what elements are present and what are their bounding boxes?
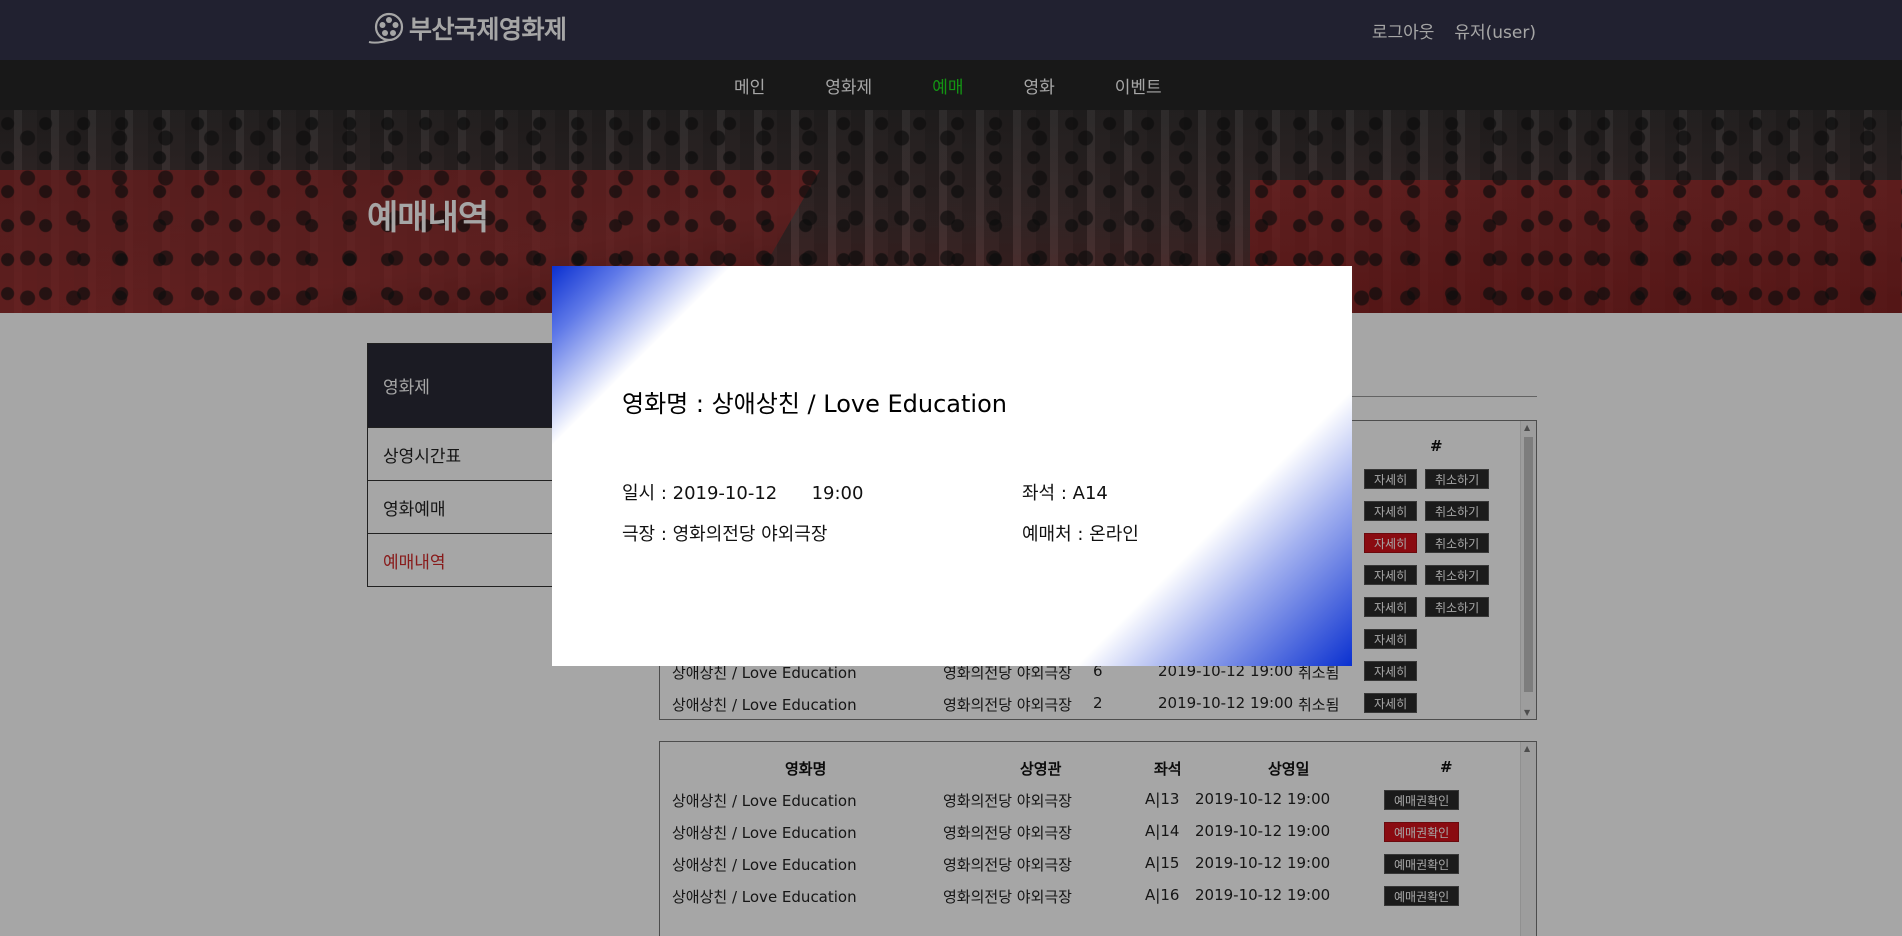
modal-source: 예매처 : 온라인 (1022, 524, 1139, 545)
modal-theater: 극장 : 영화의전당 야외극장 (622, 524, 828, 545)
modal-seat: 좌석 : A14 (1022, 483, 1108, 504)
modal-date: 일시 : 2019-10-12 19:00 (622, 483, 864, 504)
ticket-detail-modal[interactable]: 영화명 : 상애상친 / Love Education 일시 : 2019-10… (552, 266, 1352, 666)
modal-movie-title: 영화명 : 상애상친 / Love Education (622, 390, 1007, 418)
